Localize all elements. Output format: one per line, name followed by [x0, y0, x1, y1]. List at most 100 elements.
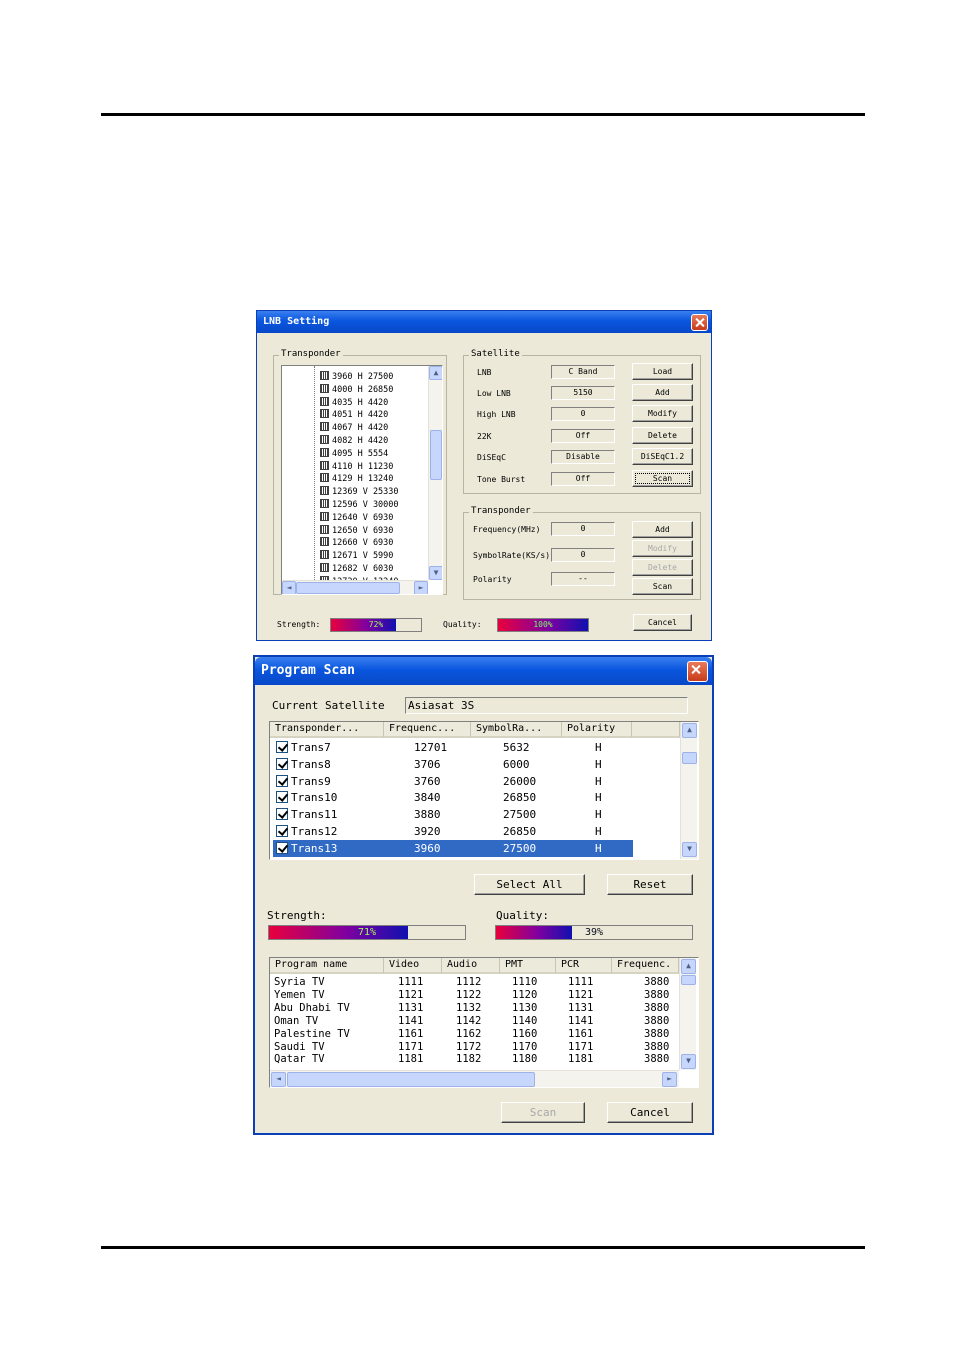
program-name: Abu Dhabi TV: [274, 1001, 350, 1014]
bottom-rule: [101, 1246, 865, 1249]
column-header[interactable]: PCR: [556, 958, 612, 974]
transponder-checkbox[interactable]: [276, 791, 288, 804]
scan-cancel-button[interactable]: Cancel: [607, 1102, 693, 1123]
transponder-icon: [320, 473, 329, 483]
transponder-field-value[interactable]: 0: [551, 522, 615, 536]
lnb-close-button[interactable]: [691, 314, 708, 331]
tree-item[interactable]: 4095 H 5554: [320, 447, 388, 461]
satellite-field-value[interactable]: Off: [551, 472, 615, 486]
program-name: Yemen TV: [274, 988, 325, 1001]
tree-item[interactable]: 4000 H 26850: [320, 383, 393, 397]
transponder-tree[interactable]: 3960 H 27500 4000 H 26850 4035 H 4420 4051 …: [281, 365, 443, 595]
scroll-left-icon[interactable]: ◄: [271, 1072, 286, 1087]
tree-item[interactable]: 12596 V 30000: [320, 499, 399, 512]
scroll-up-icon[interactable]: ▲: [682, 723, 697, 738]
column-header[interactable]: SymbolRa...: [471, 722, 562, 738]
scroll-up-icon[interactable]: ▲: [429, 366, 442, 380]
transponder-row[interactable]: Trans12 3920 26850 H: [273, 823, 633, 840]
scroll-right-icon[interactable]: ►: [414, 581, 428, 594]
scroll-right-icon[interactable]: ►: [662, 1072, 677, 1087]
tree-item[interactable]: 4129 H 13240: [320, 473, 393, 486]
transponder-list-thumb[interactable]: [682, 752, 697, 764]
tree-item[interactable]: 12671 V 5990: [320, 550, 393, 563]
tree-item[interactable]: 4082 H 4420: [320, 435, 388, 448]
program-row[interactable]: Oman TV 1141 1142 1140 1141 3880: [274, 1015, 679, 1028]
program-row[interactable]: Abu Dhabi TV 1131 1132 1130 1131 3880: [274, 1002, 679, 1015]
scan-button[interactable]: Scan: [501, 1102, 585, 1123]
satellite-button[interactable]: Scan: [632, 470, 693, 487]
program-list-thumb[interactable]: [681, 975, 696, 985]
program-list-hthumb[interactable]: [287, 1072, 535, 1087]
scroll-up-icon[interactable]: ▲: [681, 959, 696, 974]
program-list-scrollbar[interactable]: ▲ ▼: [679, 958, 696, 1070]
reset-button[interactable]: Reset: [607, 874, 693, 895]
transponder-row[interactable]: Trans7 12701 5632 H: [273, 739, 633, 756]
tree-item[interactable]: 12682 V 6030: [320, 563, 393, 576]
transponder-checkbox[interactable]: [276, 808, 288, 821]
lnb-cancel-button[interactable]: Cancel: [633, 614, 692, 631]
transponder-row[interactable]: Trans9 3760 26000 H: [273, 773, 633, 790]
tree-item[interactable]: 12640 V 6930: [320, 511, 393, 525]
transponder-checkbox[interactable]: [276, 741, 288, 753]
satellite-button[interactable]: Load: [632, 363, 693, 380]
program-row[interactable]: Qatar TV 1181 1182 1180 1181 3880: [274, 1053, 679, 1066]
transponder-checkbox[interactable]: [276, 774, 288, 787]
column-header[interactable]: Audio: [442, 958, 500, 974]
tree-horizontal-scrollbar[interactable]: ◄ ►: [282, 580, 428, 594]
scroll-down-icon[interactable]: ▼: [681, 1054, 696, 1069]
column-header[interactable]: Transponder...: [270, 722, 384, 738]
column-header[interactable]: Program name: [270, 958, 384, 974]
column-header[interactable]: Video: [384, 958, 442, 974]
tree-item[interactable]: 12660 V 6930: [320, 537, 393, 550]
tree-vertical-scrollbar[interactable]: ▲ ▼: [428, 366, 442, 580]
transponder-row[interactable]: Trans11 3880 27500 H: [273, 806, 633, 823]
satellite-field-value[interactable]: Disable: [551, 450, 615, 464]
column-header[interactable]: Frequenc.: [612, 958, 679, 974]
scroll-down-icon[interactable]: ▼: [682, 842, 697, 857]
transponder-field-value[interactable]: 0: [551, 548, 615, 562]
transponder-row[interactable]: Trans13 3960 27500 H: [273, 839, 633, 857]
program-list-hscrollbar[interactable]: ◄ ►: [270, 1070, 679, 1087]
column-header[interactable]: Frequenc...: [384, 722, 471, 738]
transponder-checkbox[interactable]: [276, 841, 288, 854]
tree-item[interactable]: 4067 H 4420: [320, 422, 388, 435]
satellite-field-value[interactable]: 0: [551, 407, 615, 421]
satellite-button[interactable]: Modify: [632, 405, 693, 422]
satellite-button[interactable]: Delete: [632, 427, 693, 444]
transponder-row[interactable]: Trans10 3840 26850 H: [273, 789, 633, 806]
program-row[interactable]: Saudi TV 1171 1172 1170 1171 3880: [274, 1041, 679, 1054]
satellite-field-value[interactable]: Off: [551, 429, 615, 443]
transponder-checkbox[interactable]: [276, 757, 288, 770]
column-header[interactable]: Polarity: [562, 722, 632, 738]
tree-item[interactable]: 4035 H 4420: [320, 396, 388, 410]
tree-hscroll-thumb[interactable]: [296, 582, 400, 594]
transponder-list[interactable]: Transponder... Frequenc... SymbolRa... Pola…: [269, 721, 699, 860]
select-all-button[interactable]: Select All: [474, 874, 585, 895]
satellite-button[interactable]: DiSEqC1.2: [632, 448, 693, 465]
program-row[interactable]: Palestine TV 1161 1162 1160 1161 3880: [274, 1028, 679, 1041]
transponder-list-scrollbar[interactable]: ▲ ▼: [680, 722, 697, 859]
transponder-checkbox[interactable]: [276, 825, 288, 837]
scan-close-button[interactable]: [687, 661, 708, 682]
satellite-field-value[interactable]: 5150: [551, 386, 615, 400]
transponder-button[interactable]: Delete: [632, 559, 693, 576]
transponder-button[interactable]: Modify: [632, 540, 693, 557]
program-row[interactable]: Yemen TV 1121 1122 1120 1121 3880: [274, 989, 679, 1002]
scroll-left-icon[interactable]: ◄: [282, 581, 296, 594]
scroll-down-icon[interactable]: ▼: [429, 566, 442, 580]
transponder-field-value[interactable]: --: [551, 572, 615, 586]
transponder-row[interactable]: Trans8 3706 6000 H: [273, 756, 633, 773]
transponder-button[interactable]: Add: [632, 521, 693, 538]
tree-item[interactable]: 12369 V 25330: [320, 486, 399, 499]
tree-scroll-thumb[interactable]: [430, 430, 442, 480]
program-row[interactable]: Syria TV 1111 1112 1110 1111 3880: [274, 976, 679, 989]
program-list[interactable]: Program name Video Audio PMT PCR Frequenc. Sy…: [269, 957, 699, 1088]
tree-item[interactable]: 12650 V 6930: [320, 524, 393, 538]
transponder-button[interactable]: Scan: [632, 578, 693, 595]
satellite-button[interactable]: Add: [632, 384, 693, 401]
column-header[interactable]: PMT: [500, 958, 556, 974]
tree-item[interactable]: 4051 H 4420: [320, 409, 388, 422]
satellite-field-value[interactable]: C Band: [551, 365, 615, 379]
tree-item[interactable]: 3960 H 27500: [320, 371, 393, 384]
tree-item[interactable]: 4110 H 11230: [320, 460, 393, 474]
